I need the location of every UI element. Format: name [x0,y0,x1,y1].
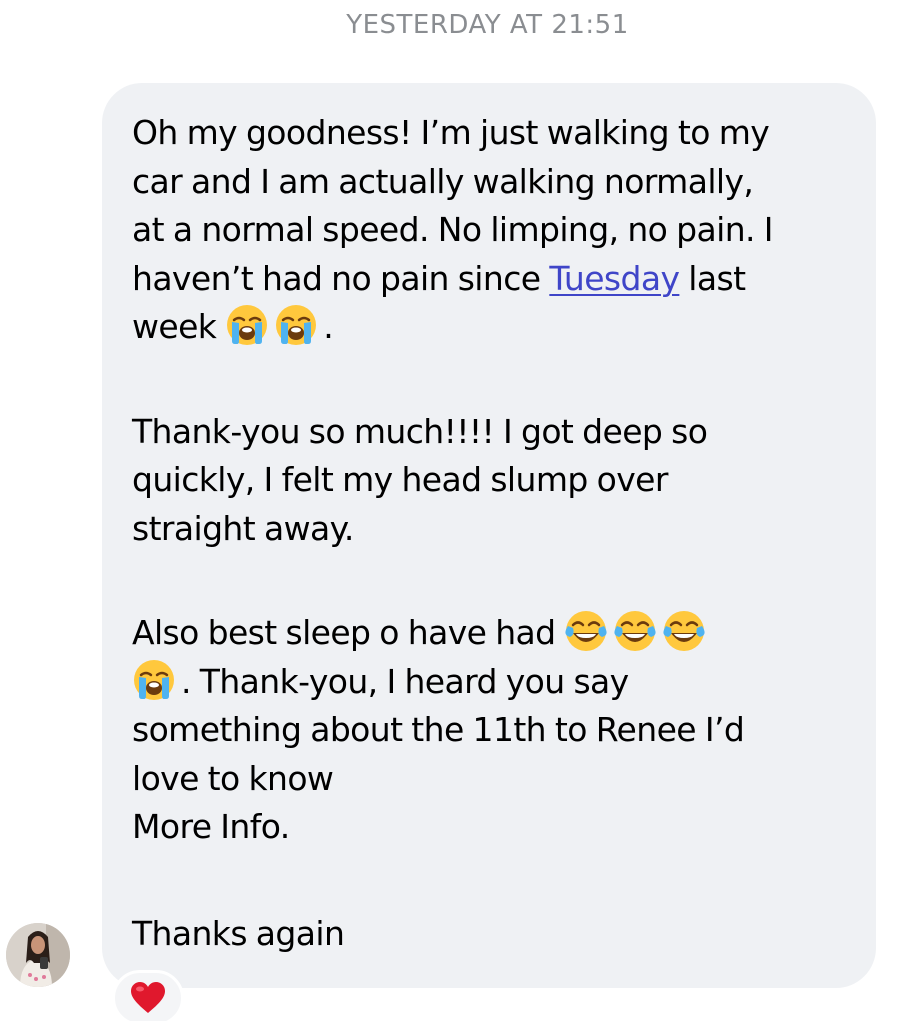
message-bubble[interactable]: Oh my goodness! I’m just walking to my c… [102,83,876,988]
message-line: at a normal speed. No limping, no pain. … [132,210,774,249]
message-text: . [323,307,334,346]
face-with-tears-of-joy-icon [565,611,607,651]
message-line: Oh my goodness! I’m just walking to my [132,113,770,152]
message-text: Also best sleep o have had [132,613,565,652]
timestamp-header: YESTERDAY AT 21:51 [0,0,900,60]
red-heart-icon [131,982,165,1013]
message-timestamp: YESTERDAY AT 21:51 [346,10,629,40]
message-paragraph-2: Thank-you so much!!!! I got deep so quic… [132,408,848,554]
message-paragraph-3: Also best sleep o have had . Thank-you, … [132,609,848,852]
face-with-tears-of-joy-icon [663,611,705,651]
message-line: More Info. [132,807,290,846]
message-paragraph-4: Thanks again [132,910,848,959]
loudly-crying-face-icon [227,305,268,345]
message-line: car and I am actually walking normally, [132,161,754,201]
message-text: last [679,258,746,298]
chat-thread: YESTERDAY AT 21:51 Oh my goodness! I’m j… [0,0,900,1021]
face-with-tears-of-joy-icon [614,611,656,651]
message-line: haven’t had no pain since Tuesday last [132,255,848,304]
message-line: love to know [132,758,334,798]
reaction-badge[interactable] [112,970,184,1021]
message-text: haven’t had no pain since [132,258,550,298]
message-line: something about the 11th to Renee I’d [132,710,745,749]
loudly-crying-face-icon [134,659,174,700]
message-line: . Thank-you, I heard you say [132,658,848,707]
message-line: straight away. [132,508,354,548]
message-paragraph-1: Oh my goodness! I’m just walking to my c… [132,109,848,352]
sender-avatar[interactable] [6,923,70,987]
message-text: week [132,307,226,346]
avatar-photo [6,923,70,987]
message-line: Thanks again [132,913,345,953]
message-line: Also best sleep o have had [132,609,848,658]
message-line: Thank-you so much!!!! I got deep so [132,411,708,451]
message-text: . Thank-you, I heard you say [181,661,629,701]
message-line: quickly, I felt my head slump over [132,460,668,499]
loudly-crying-face-icon [276,305,317,345]
message-line: week . [132,303,848,352]
date-link-tuesday[interactable]: Tuesday [549,259,680,298]
